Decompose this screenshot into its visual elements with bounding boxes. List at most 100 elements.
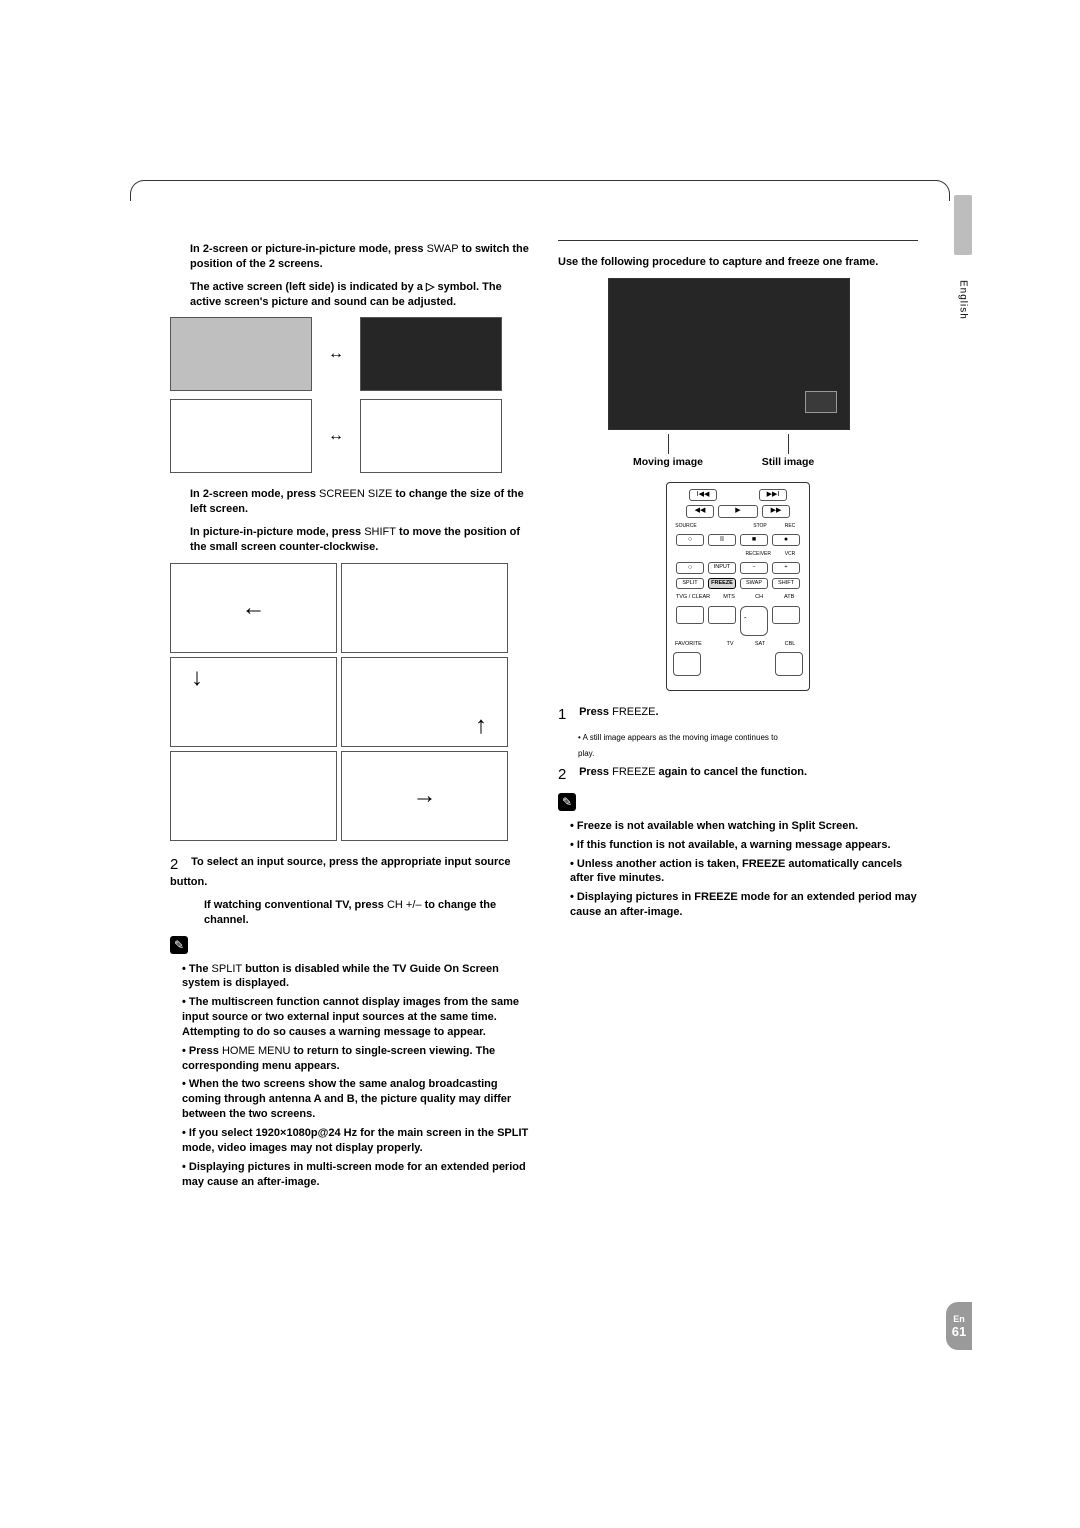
freeze-step-1: 1 Press FREEZE. [558, 705, 918, 725]
remote-btn-play: ▶ [718, 505, 758, 517]
swap-box-white-2 [360, 399, 502, 473]
arrow-right-icon: → [413, 784, 437, 808]
notes-list-left: The SPLIT button is disabled while the T… [170, 962, 530, 1190]
note-item: The multiscreen function cannot display … [182, 995, 530, 1040]
swap-arrow-icon-2: ↔ [320, 427, 352, 445]
swap-diagram-row-2: ↔ [170, 399, 530, 473]
step-note: play. [578, 749, 918, 759]
freeze-intro: Use the following procedure to capture a… [558, 255, 918, 270]
note-icon: ✎ [170, 936, 188, 954]
remote-lbl-mts: MTS [716, 593, 742, 602]
remote-btn-freeze: FREEZE [708, 578, 736, 589]
note-item: Freeze is not available when watching in… [570, 819, 918, 834]
freeze-still-inset [805, 391, 837, 413]
step-note: • A still image appears as the moving im… [578, 733, 918, 743]
remote-btn-rew: ◀◀ [686, 505, 714, 517]
remote-lbl-sat: SAT [747, 640, 773, 649]
remote-label-stop: STOP [747, 522, 773, 530]
remote-btn-power: ○ [676, 562, 704, 574]
right-column: Use the following procedure to capture a… [558, 240, 918, 1193]
remote-btn-pause: II [708, 534, 736, 546]
left-column: In 2-screen or picture-in-picture mode, … [170, 240, 530, 1193]
note-item: Displaying pictures in FREEZE mode for a… [570, 890, 918, 920]
note-item: If you select 1920×1080p@24 Hz for the m… [182, 1126, 530, 1156]
swap-diagram-row-1: ↔ [170, 317, 530, 391]
shift-box [341, 563, 508, 653]
moving-image-label: Moving image [633, 456, 703, 468]
swap-box-grey [170, 317, 312, 391]
swap-instruction: In 2-screen or picture-in-picture mode, … [190, 242, 530, 272]
note-item: If this function is not available, a war… [570, 838, 918, 853]
remote-btn-swap: SWAP [740, 578, 768, 589]
remote-btn-ch-rocker: ⌃ [740, 606, 768, 636]
side-tab-accent [954, 195, 972, 255]
remote-lbl-fav: FAVORITE [673, 640, 704, 649]
remote-btn-split: SPLIT [676, 578, 704, 589]
note-item: When the two screens show the same analo… [182, 1077, 530, 1122]
shift-box: → [341, 751, 508, 841]
remote-lbl-tvg: TVG / CLEAR [674, 593, 712, 602]
remote-blank [708, 606, 736, 624]
page-number: 61 [952, 1324, 966, 1339]
active-screen-note: The active screen (left side) is indicat… [190, 280, 530, 310]
content-area: In 2-screen or picture-in-picture mode, … [170, 240, 930, 1193]
still-image-label: Still image [762, 456, 815, 468]
step-number: 2 [558, 765, 576, 785]
arrow-down-icon: ↓ [191, 666, 203, 690]
swap-box-black [360, 317, 502, 391]
remote-btn-rec: ● [772, 534, 800, 546]
step-2-bullet: If watching conventional TV, press CH +/… [204, 898, 530, 928]
note-item: The SPLIT button is disabled while the T… [182, 962, 530, 992]
remote-lbl-tv: TV [717, 640, 743, 649]
swap-box-white [170, 399, 312, 473]
shift-diagram: ← ↓ ↑ → [170, 563, 530, 841]
remote-lbl-ch: CH [746, 593, 772, 602]
remote-label-rec: REC [777, 522, 803, 530]
shift-box: ← [170, 563, 337, 653]
remote-lbl-atb: ATB [776, 593, 802, 602]
screen-size-instruction: In 2-screen mode, press SCREEN SIZE to c… [190, 487, 530, 517]
freeze-labels: Moving image Still image [608, 434, 848, 468]
note-item: Press HOME MENU to return to single-scre… [182, 1044, 530, 1074]
remote-bottom-btn [775, 652, 803, 676]
page-lang: En [953, 1314, 965, 1324]
note-icon: ✎ [558, 793, 576, 811]
remote-label-source: SOURCE [673, 522, 699, 530]
remote-blank [676, 606, 704, 624]
shift-box: ↓ [170, 657, 337, 747]
shift-box [170, 751, 337, 841]
remote-btn-minus: − [740, 562, 768, 574]
remote-lbl-cbl: CBL [777, 640, 803, 649]
remote-blank [772, 606, 800, 624]
note-item: Unless another action is taken, FREEZE a… [570, 857, 918, 887]
arrow-up-icon: ↑ [475, 714, 487, 738]
note-item: Displaying pictures in multi-screen mode… [182, 1160, 530, 1190]
step-number: 1 [558, 705, 576, 725]
language-label: English [958, 280, 969, 320]
arrow-left-icon: ← [242, 596, 266, 620]
page-frame [130, 180, 950, 201]
remote-diagram: I◀◀ ▶▶I ◀◀ ▶ ▶▶ SOURCE STOP REC ○ II ■ ● [666, 482, 810, 691]
freeze-step-2: 2 Press FREEZE again to cancel the funct… [558, 765, 918, 785]
remote-bottom-btn [673, 652, 701, 676]
swap-arrow-icon: ↔ [320, 345, 352, 363]
remote-btn-shift: SHIFT [772, 578, 800, 589]
remote-btn-input: INPUT [708, 562, 736, 574]
remote-label-vcr: VCR [777, 550, 803, 558]
remote-btn-circle: ○ [676, 534, 704, 546]
remote-btn-next: ▶▶I [759, 489, 787, 501]
shift-box: ↑ [341, 657, 508, 747]
freeze-illustration [608, 278, 850, 430]
remote-btn-plus: + [772, 562, 800, 574]
section-divider [558, 240, 918, 241]
step-number: 2 [170, 855, 188, 875]
shift-instruction: In picture-in-picture mode, press SHIFT … [190, 525, 530, 555]
remote-label-receiver: RECEIVER [743, 550, 773, 558]
remote-btn-prev: I◀◀ [689, 489, 717, 501]
side-tab-language: English [954, 265, 972, 335]
notes-list-right: Freeze is not available when watching in… [558, 819, 918, 920]
remote-btn-stop: ■ [740, 534, 768, 546]
step-2: 2 To select an input source, press the a… [170, 855, 530, 890]
remote-btn-fwd: ▶▶ [762, 505, 790, 517]
page-number-tab: En 61 [946, 1302, 972, 1350]
